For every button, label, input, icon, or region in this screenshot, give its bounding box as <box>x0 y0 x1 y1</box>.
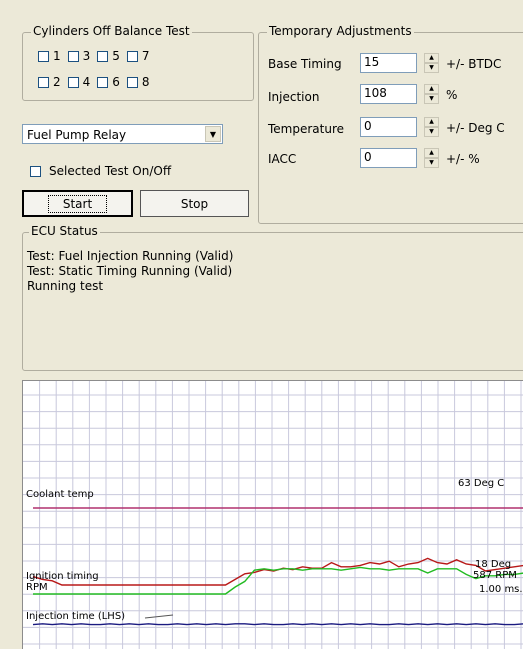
ecu-status-line: Test: Static Timing Running (Valid) <box>27 264 233 278</box>
balance-test-title: Cylinders Off Balance Test <box>31 24 192 38</box>
ecu-status-line: Test: Fuel Injection Running (Valid) <box>27 249 234 263</box>
cylinder-5-checkbox[interactable] <box>97 50 109 62</box>
selected-test-label: Selected Test On/Off <box>49 164 172 178</box>
spin-up-icon[interactable]: ▲ <box>424 117 439 127</box>
cylinder-1-label: 1 <box>53 49 61 63</box>
ecu-status-text: Test: Fuel Injection Running (Valid) Tes… <box>27 249 233 294</box>
cylinder-3-checkbox[interactable] <box>67 50 79 62</box>
injection-input[interactable]: 108 <box>360 84 417 104</box>
cylinder-8-label: 8 <box>141 75 150 89</box>
live-data-chart-svg: Coolant temp 63 Deg C Ignition timing 18 De… <box>23 381 523 649</box>
cylinder-2-label: 2 <box>53 75 61 89</box>
temperature-unit: +/- Deg C <box>446 121 505 135</box>
test-select-value: Fuel Pump Relay <box>27 128 127 142</box>
cylinder-7-label: 7 <box>141 49 150 63</box>
series-label: RPM <box>26 582 48 593</box>
ecu-status-line: Running test <box>27 279 104 293</box>
cylinder-7-checkbox[interactable] <box>126 50 138 62</box>
label-leader-line <box>144 614 174 619</box>
temperature-spinner[interactable]: ▲ ▼ <box>424 117 439 137</box>
cylinder-4-label: 4 <box>82 75 91 89</box>
test-select[interactable]: Fuel Pump Relay ▼ <box>22 124 223 144</box>
iacc-input[interactable]: 0 <box>360 148 417 168</box>
cylinder-4-checkbox[interactable] <box>67 76 79 88</box>
temperature-label: Temperature <box>268 122 345 136</box>
spin-up-icon[interactable]: ▲ <box>424 148 439 158</box>
iacc-label: IACC <box>268 152 297 166</box>
base-timing-input[interactable]: 15 <box>360 53 417 73</box>
cylinder-6-label: 6 <box>112 75 120 89</box>
series-readout: 63 Deg C <box>458 478 504 489</box>
injection-spinner[interactable]: ▲ ▼ <box>424 84 439 104</box>
temperature-input[interactable]: 0 <box>360 117 417 137</box>
ecu-status-title: ECU Status <box>29 224 100 238</box>
series-readout: 18 Deg <box>475 559 511 570</box>
dropdown-arrow-icon[interactable]: ▼ <box>205 126 221 142</box>
iacc-spinner[interactable]: ▲ ▼ <box>424 148 439 168</box>
cylinder-2-checkbox[interactable] <box>38 76 49 88</box>
selected-test-checkbox[interactable] <box>30 165 41 177</box>
spin-down-icon[interactable]: ▼ <box>424 158 439 168</box>
stop-button[interactable]: Stop <box>140 190 249 217</box>
balance-row-1: 1 3 5 7 <box>38 49 157 63</box>
series-line-injection-time-lhs <box>32 623 523 626</box>
series-label: Coolant temp <box>26 489 94 500</box>
cylinder-5-label: 5 <box>112 49 120 63</box>
spin-down-icon[interactable]: ▼ <box>424 63 439 73</box>
cylinder-1-checkbox[interactable] <box>38 50 49 62</box>
base-timing-unit: +/- BTDC <box>446 57 502 71</box>
start-button-label: Start <box>47 194 108 213</box>
spin-up-icon[interactable]: ▲ <box>424 53 439 63</box>
injection-unit: % <box>446 88 458 102</box>
temp-adjust-title: Temporary Adjustments <box>267 24 414 38</box>
balance-row-2: 2 4 6 8 <box>38 75 157 89</box>
balance-test-group: Cylinders Off Balance Test <box>22 24 254 101</box>
spin-up-icon[interactable]: ▲ <box>424 84 439 94</box>
series-readout: 1.00 ms. <box>479 584 523 595</box>
cylinder-6-checkbox[interactable] <box>97 76 109 88</box>
base-timing-spinner[interactable]: ▲ ▼ <box>424 53 439 73</box>
series-label: Ignition timing <box>26 571 99 582</box>
stop-button-label: Stop <box>180 196 209 211</box>
spin-down-icon[interactable]: ▼ <box>424 94 439 104</box>
cylinder-3-label: 3 <box>82 49 91 63</box>
spin-down-icon[interactable]: ▼ <box>424 127 439 137</box>
series-label: Injection time (LHS) <box>26 611 125 622</box>
start-button[interactable]: Start <box>22 190 133 217</box>
iacc-unit: +/- % <box>446 152 480 166</box>
cylinder-8-checkbox[interactable] <box>126 76 138 88</box>
base-timing-label: Base Timing <box>268 57 342 71</box>
selected-test-row: Selected Test On/Off <box>30 164 178 178</box>
injection-label: Injection <box>268 90 320 104</box>
live-data-chart: Coolant temp 63 Deg C Ignition timing 18 De… <box>22 380 523 649</box>
series-readout: 587 RPM <box>473 570 517 581</box>
